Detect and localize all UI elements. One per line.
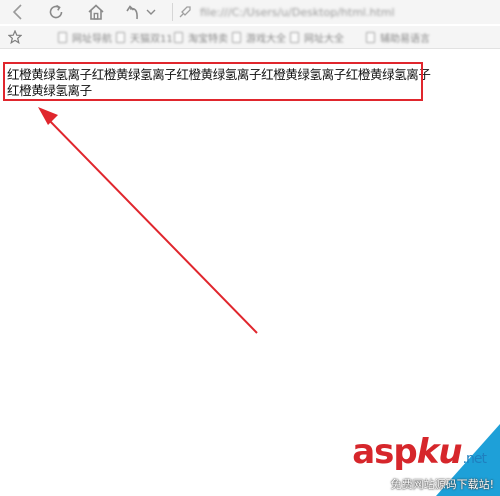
- bookmark-item[interactable]: 游戏大全: [232, 30, 286, 45]
- bookmark-item[interactable]: 淘宝特卖: [174, 30, 228, 45]
- undo-icon: [126, 5, 138, 20]
- bookmark-label: 天猫双11: [130, 33, 173, 45]
- bookmark-item[interactable]: 网址导航: [58, 30, 112, 45]
- address-text: file:///C:/Users/u/Desktop/html.html: [200, 5, 395, 19]
- home-button[interactable]: [84, 0, 108, 24]
- bookmark-label: 游戏大全: [246, 33, 286, 45]
- home-icon: [88, 4, 104, 20]
- page-icon: [232, 31, 241, 43]
- star-icon: [7, 29, 23, 45]
- reload-button[interactable]: [44, 0, 68, 24]
- favorites-star-button[interactable]: [7, 29, 23, 48]
- page-icon: [58, 31, 67, 43]
- page-icon: [290, 31, 299, 43]
- page-icon: [366, 31, 375, 43]
- undo-button[interactable]: [122, 0, 144, 24]
- browser-toolbar: file:///C:/Users/u/Desktop/html.html: [0, 0, 500, 24]
- bookmark-label: 辅助易语言: [380, 33, 430, 45]
- bookmark-label: 淘宝特卖: [188, 33, 228, 45]
- bookmark-item[interactable]: 辅助易语言: [366, 30, 430, 45]
- bookmark-label: 网址导航: [72, 33, 112, 45]
- address-bar[interactable]: file:///C:/Users/u/Desktop/html.html: [172, 2, 500, 22]
- chevron-down-icon: [146, 9, 156, 15]
- reload-icon: [49, 4, 63, 19]
- bookmark-label: 网址大全: [304, 33, 344, 45]
- bookmark-item[interactable]: 天猫双11: [116, 30, 173, 45]
- page-icon: [116, 31, 125, 43]
- page-content: 红橙黄绿氢离子红橙黄绿氢离子红橙黄绿氢离子红橙黄绿氢离子红橙黄绿氢离子 红橙黄绿…: [0, 49, 500, 496]
- undo-history-button[interactable]: [144, 0, 158, 24]
- rocket-icon: [179, 6, 191, 18]
- back-arrow-icon: [12, 4, 22, 20]
- page-icon: [174, 31, 183, 43]
- bookmark-item[interactable]: 网址大全: [290, 30, 344, 45]
- annotation-arrow: [38, 107, 258, 334]
- back-button[interactable]: [6, 0, 30, 24]
- bookmark-bar: 网址导航 天猫双11 淘宝特卖 游戏大全 网址大全 辅助易语言: [0, 26, 500, 49]
